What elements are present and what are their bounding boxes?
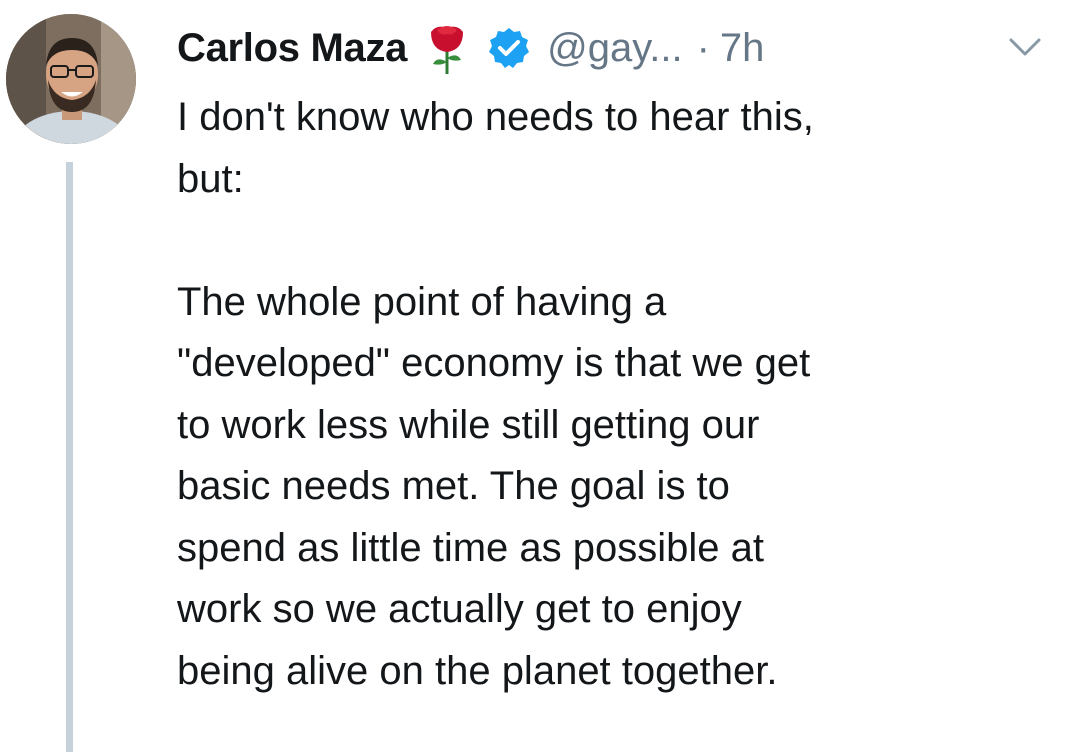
verified-badge-icon [487, 26, 531, 70]
display-name[interactable]: Carlos Maza [177, 26, 407, 71]
chevron-down-icon[interactable] [1003, 32, 1047, 62]
tweet-header: Carlos Maza @gay... · 7h [177, 18, 764, 78]
timestamp[interactable]: 7h [720, 26, 765, 71]
user-handle[interactable]: @gay... [547, 26, 682, 71]
rose-icon [425, 20, 469, 76]
separator-dot: · [696, 25, 710, 70]
thread-line [66, 162, 73, 752]
tweet[interactable]: Carlos Maza @gay... · 7h I don't know wh… [0, 0, 1080, 752]
avatar[interactable] [6, 14, 136, 144]
tweet-text: I don't know who needs to hear this, but… [177, 95, 814, 693]
